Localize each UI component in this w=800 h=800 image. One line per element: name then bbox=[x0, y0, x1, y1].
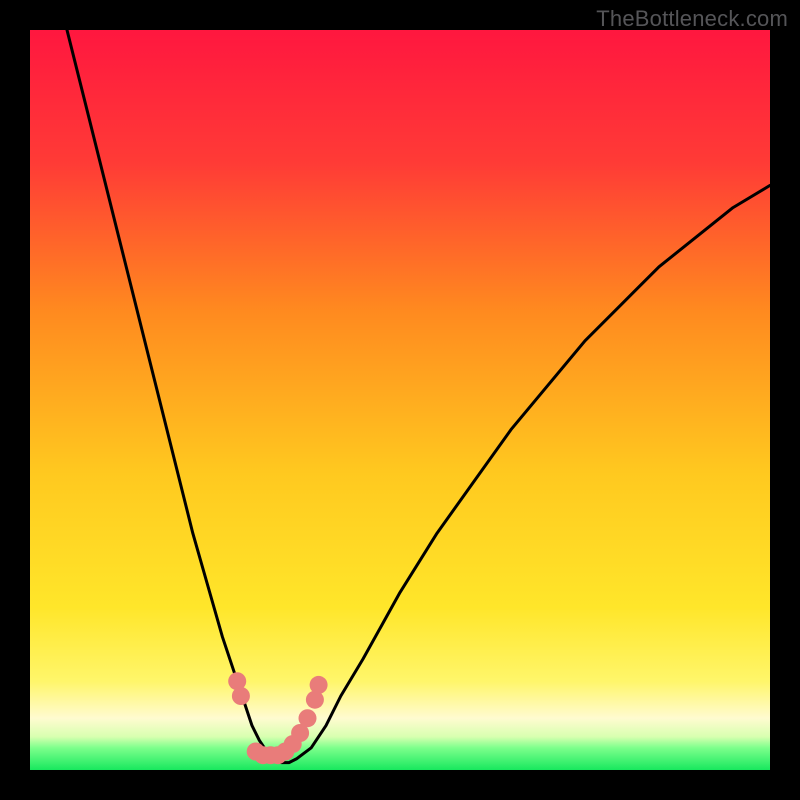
chart-frame: TheBottleneck.com bbox=[0, 0, 800, 800]
data-marker bbox=[299, 709, 317, 727]
bottleneck-chart bbox=[30, 30, 770, 770]
gradient-background bbox=[30, 30, 770, 770]
data-marker bbox=[310, 676, 328, 694]
data-marker bbox=[232, 687, 250, 705]
watermark-text: TheBottleneck.com bbox=[596, 6, 788, 32]
